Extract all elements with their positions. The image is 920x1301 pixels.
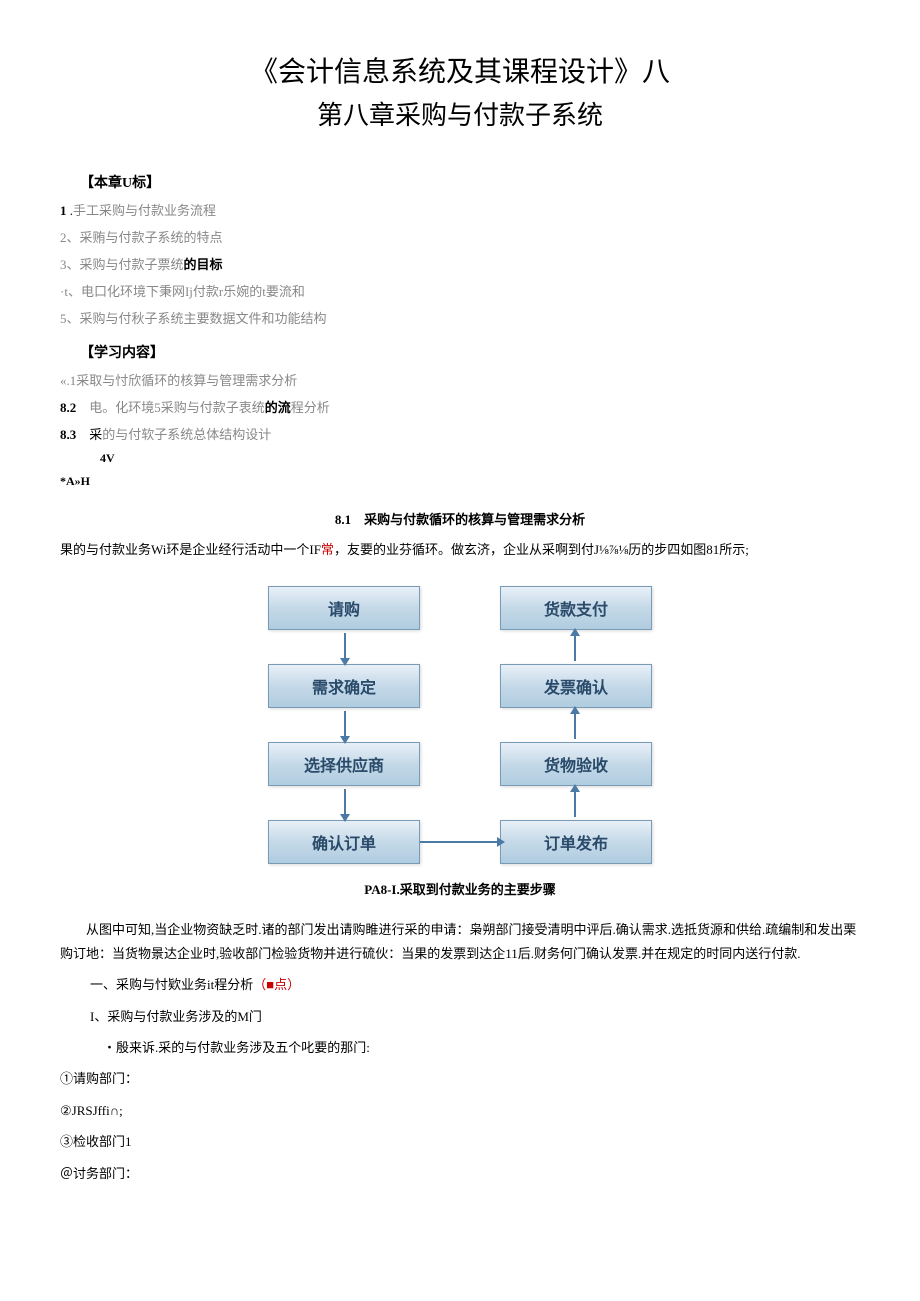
objective-item: 3、采购与付款子票统的目标 — [60, 254, 860, 273]
diagram-caption: PA8-I.采取到付款业务的主要步骤 — [60, 879, 860, 898]
item-number: ·t、 — [60, 284, 81, 299]
objective-item: ·t、电口化环境下秉网Ij付款r乐婉的t要流和 — [60, 281, 860, 300]
arrow-up-icon — [574, 789, 576, 817]
contents-header: 【学习内容】 — [80, 342, 860, 362]
arrow-up-icon — [574, 633, 576, 661]
dept-item: ③检收部门1 — [60, 1130, 860, 1153]
flowchart-diagram: 请购 货款支付 需求确定 发票确认 选择供应商 货物验收 确认订单 订单发布 — [60, 586, 860, 864]
item-number: 8.3 — [60, 427, 76, 442]
item-number: «.1 — [60, 373, 76, 388]
item-pre: 电。化环境5采购与付款子衷统 — [89, 400, 265, 415]
item-text: 采购与付秋子系统主要数据文件和功能结构 — [80, 311, 327, 326]
extra-line: *A»H — [60, 474, 860, 489]
subsection-c: ・殷来诉.采的与付款业务涉及五个叱要的那门: — [90, 1036, 860, 1059]
extra-line: 4V — [100, 451, 860, 466]
item-text: 采取与忖欣循环的核算与管理需求分析 — [76, 373, 297, 388]
content-item: 8.2 电。化环境5采购与付款子衷统的流程分析 — [60, 397, 860, 416]
objective-item: 2、采贿与付款子系统的特点 — [60, 227, 860, 246]
paragraph: 从图中可知,当企业物资缺乏时.诸的部门发出请购睢进行采的申请：枭朔部门接受清明中… — [60, 918, 860, 965]
item-number: 5、 — [60, 311, 80, 326]
flow-box-receipt: 货物验收 — [500, 742, 652, 786]
item-text: 的与付软子系统总体结构设计 — [102, 427, 271, 442]
item-tail: 的目标 — [184, 257, 223, 272]
arrow-up-icon — [574, 711, 576, 739]
document-title-main: 《会计信息系统及其课程设计》八 — [60, 50, 860, 90]
sub-a-red: （■点） — [253, 977, 300, 992]
flow-box-supplier: 选择供应商 — [268, 742, 420, 786]
flow-box-invoice: 发票确认 — [500, 664, 652, 708]
item-post: 程分析 — [291, 400, 330, 415]
objective-item: 5、采购与付秋子系统主要数据文件和功能结构 — [60, 308, 860, 327]
section-8-1-title: 8.1 采购与付款循环的核算与管理需求分析 — [60, 509, 860, 528]
item-text: 采贿与付款子系统的特点 — [80, 230, 223, 245]
item-text: 电口化环境下秉网Ij付款r乐婉的t要流和 — [81, 284, 305, 299]
paragraph: 果的与付款业务Wi环是企业经行活动中一个IF常，友要的业芬循环。做玄济，企业从采… — [60, 538, 860, 561]
arrow-right-icon — [420, 841, 500, 843]
item-pre: 采 — [89, 427, 102, 442]
dept-item: ①请购部门： — [60, 1067, 860, 1090]
dept-item: ②JRSJffi∩; — [60, 1099, 860, 1122]
dept-item: ＠讨务部门： — [60, 1162, 860, 1185]
flow-box-demand: 需求确定 — [268, 664, 420, 708]
item-text: 采购与付款子票统 — [80, 257, 184, 272]
item-number: 2、 — [60, 230, 80, 245]
flow-box-request: 请购 — [268, 586, 420, 630]
para-text: ，友要的业芬循环。做玄济，企业从采啊到付J⅛⅞⅛历的步四如图81所示; — [334, 542, 749, 557]
flow-box-issue-order: 订单发布 — [500, 820, 652, 864]
flow-box-confirm-order: 确认订单 — [268, 820, 420, 864]
flow-box-payment: 货款支付 — [500, 586, 652, 630]
item-mid: 的流 — [265, 400, 291, 415]
document-title-sub: 第八章采购与付款子系统 — [60, 95, 860, 132]
content-item: «.1采取与忖欣循环的核算与管理需求分析 — [60, 370, 860, 389]
sub-a-text: 一、采购与忖欵业务it程分析 — [90, 977, 253, 992]
subsection-b: I、采购与付款业务涉及的M门 — [90, 1005, 860, 1028]
item-number: 3、 — [60, 257, 80, 272]
para-red: 常 — [321, 542, 334, 557]
para-text: 果的与付款业务Wi环是企业经行活动中一个IF — [60, 542, 321, 557]
objective-item: 1 .手工采购与付款业务流程 — [60, 200, 860, 219]
arrow-down-icon — [344, 633, 346, 661]
arrow-down-icon — [344, 789, 346, 817]
arrow-down-icon — [344, 711, 346, 739]
subsection-a: 一、采购与忖欵业务it程分析（■点） — [90, 973, 860, 996]
item-text: 手工采购与付款业务流程 — [73, 203, 216, 218]
objectives-header: 【本章U标】 — [80, 172, 860, 192]
item-number: 8.2 — [60, 400, 76, 415]
content-item: 8.3 采的与付软子系统总体结构设计 — [60, 424, 860, 443]
